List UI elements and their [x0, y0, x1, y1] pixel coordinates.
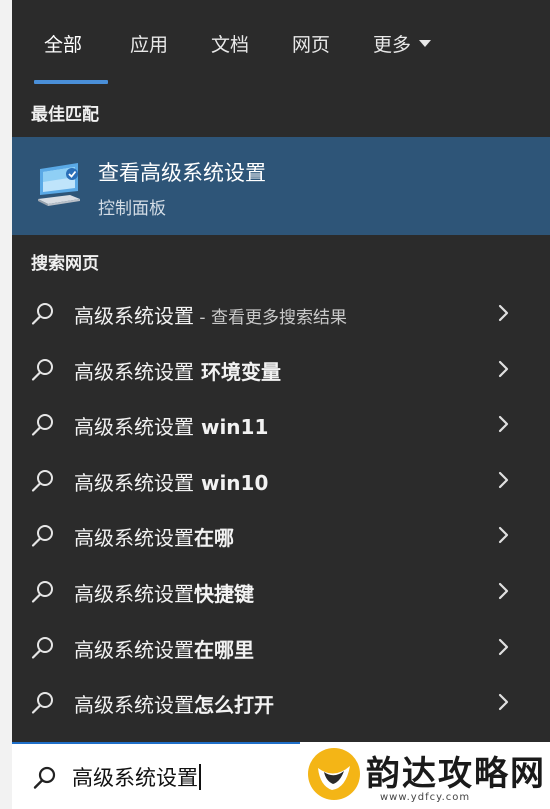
- search-icon: [33, 766, 56, 789]
- web-result-row[interactable]: 高级系统设置在哪里: [12, 619, 550, 675]
- web-result-query: 高级系统设置: [74, 526, 194, 550]
- web-result-hint: - 查看更多搜索结果: [194, 308, 347, 328]
- watermark-url: www.ydfcy.com: [380, 792, 471, 803]
- web-result-row[interactable]: 高级系统设置怎么打开: [12, 674, 550, 730]
- chevron-right-icon[interactable]: [494, 412, 514, 436]
- web-result-suffix: win10: [194, 471, 269, 495]
- search-box[interactable]: 高级系统设置: [12, 742, 342, 809]
- web-result-query: 高级系统设置: [74, 471, 194, 495]
- tab-more-label: 更多: [373, 34, 412, 56]
- search-icon: [31, 581, 53, 603]
- web-result-row[interactable]: 高级系统设置 环境变量: [12, 341, 550, 397]
- search-icon: [31, 525, 53, 547]
- chevron-right-icon[interactable]: [494, 690, 514, 714]
- search-input-value: 高级系统设置: [72, 766, 198, 790]
- web-result-label: 高级系统设置 win10: [74, 467, 268, 496]
- web-result-label: 高级系统设置 - 查看更多搜索结果: [74, 300, 347, 329]
- site-watermark: 韵达攻略网 www.ydfcy.com: [300, 742, 550, 809]
- search-input[interactable]: 高级系统设置: [72, 762, 201, 792]
- chevron-right-icon[interactable]: [494, 523, 514, 547]
- web-result-query: 高级系统设置: [74, 582, 194, 606]
- web-result-label: 高级系统设置 环境变量: [74, 356, 281, 385]
- best-match-heading: 最佳匹配: [31, 105, 99, 125]
- web-result-label: 高级系统设置 win11: [74, 411, 268, 440]
- web-result-label: 高级系统设置在哪: [74, 522, 234, 551]
- tab-documents[interactable]: 文档: [211, 30, 249, 57]
- web-result-query: 高级系统设置: [74, 304, 194, 328]
- search-icon: [31, 692, 53, 714]
- web-result-query: 高级系统设置: [74, 693, 194, 717]
- search-icon: [31, 414, 53, 436]
- best-match-subtitle: 控制面板: [98, 199, 166, 219]
- web-result-suffix: 在哪: [194, 526, 234, 550]
- tab-web[interactable]: 网页: [292, 30, 330, 57]
- chevron-right-icon[interactable]: [494, 301, 514, 325]
- start-search-panel: 全部 应用 文档 网页 更多 最佳匹配 查看高级系统设置 控制面板 搜索网页 高…: [12, 0, 550, 742]
- web-result-row[interactable]: 高级系统设置在哪: [12, 507, 550, 563]
- text-cursor: [199, 764, 201, 790]
- web-result-suffix: 快捷键: [194, 582, 254, 606]
- best-match-title: 查看高级系统设置: [98, 161, 266, 185]
- web-result-suffix: 怎么打开: [194, 693, 274, 717]
- watermark-text: 韵达攻略网: [366, 754, 546, 794]
- tab-apps[interactable]: 应用: [130, 30, 168, 57]
- chevron-right-icon[interactable]: [494, 579, 514, 603]
- web-result-label: 高级系统设置在哪里: [74, 634, 254, 663]
- web-result-row[interactable]: 高级系统设置 win11: [12, 396, 550, 452]
- best-match-result[interactable]: 查看高级系统设置 控制面板: [12, 137, 550, 235]
- search-icon: [31, 637, 53, 659]
- web-result-query: 高级系统设置: [74, 638, 194, 662]
- web-result-row[interactable]: 高级系统设置 - 查看更多搜索结果: [12, 285, 550, 341]
- filter-tabs: 全部 应用 文档 网页 更多: [12, 0, 550, 84]
- active-tab-indicator: [34, 80, 108, 84]
- web-result-label: 高级系统设置快捷键: [74, 578, 254, 607]
- web-result-label: 高级系统设置怎么打开: [74, 689, 274, 718]
- chevron-right-icon[interactable]: [494, 468, 514, 492]
- search-icon: [31, 470, 53, 492]
- web-result-suffix: 环境变量: [194, 360, 281, 384]
- search-icon: [31, 359, 53, 381]
- chevron-right-icon[interactable]: [494, 357, 514, 381]
- web-search-heading: 搜索网页: [31, 254, 99, 274]
- caret-down-icon: [419, 40, 432, 47]
- web-result-query: 高级系统设置: [74, 360, 194, 384]
- web-result-suffix: 在哪里: [194, 638, 254, 662]
- web-result-suffix: win11: [194, 415, 269, 439]
- chevron-right-icon[interactable]: [494, 635, 514, 659]
- tab-all[interactable]: 全部: [44, 30, 82, 57]
- tab-more[interactable]: 更多: [373, 30, 432, 57]
- computer-settings-icon: [38, 163, 80, 206]
- web-result-query: 高级系统设置: [74, 415, 194, 439]
- web-result-row[interactable]: 高级系统设置快捷键: [12, 563, 550, 619]
- search-icon: [31, 303, 53, 325]
- web-result-row[interactable]: 高级系统设置 win10: [12, 452, 550, 508]
- watermark-logo-icon: [308, 748, 360, 800]
